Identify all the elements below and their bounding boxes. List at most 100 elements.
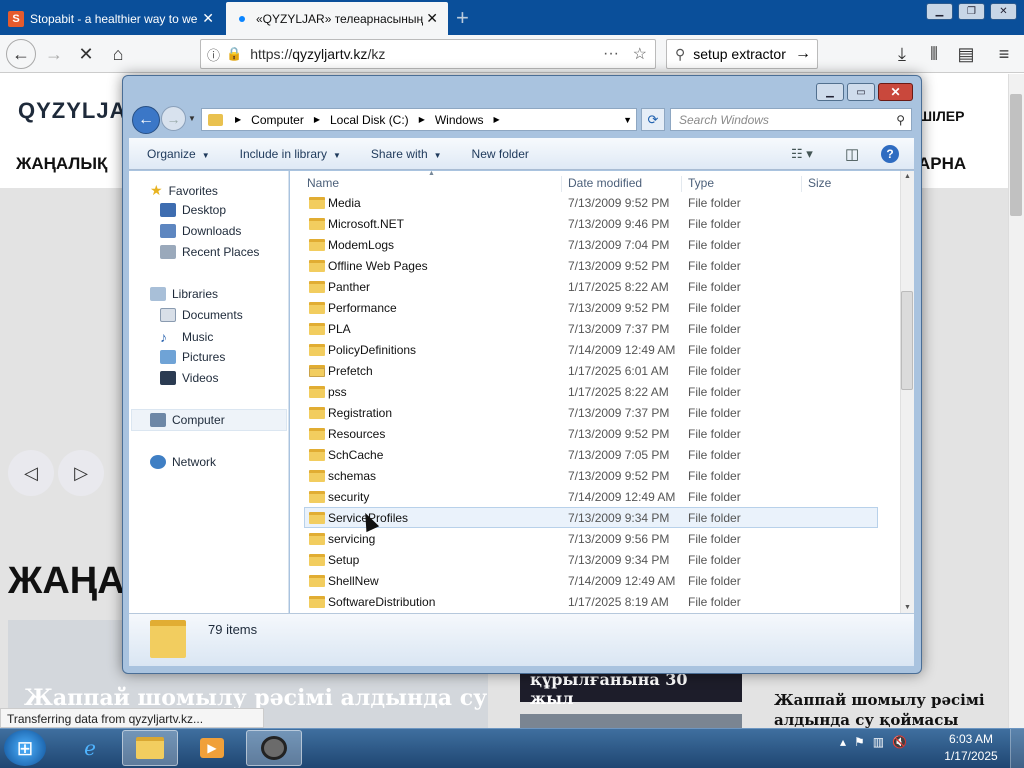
column-type[interactable]: Type	[688, 176, 714, 190]
breadcrumb-arrow-icon[interactable]: ▶	[235, 115, 241, 124]
nav-network[interactable]: Network	[150, 455, 216, 469]
scroll-down-icon[interactable]: ▼	[904, 604, 911, 611]
nav-videos[interactable]: Videos	[160, 371, 218, 385]
library-icon[interactable]: ⫴	[920, 40, 948, 68]
nav-favorites[interactable]: ★ Favorites	[150, 182, 218, 199]
nav-music[interactable]: ♪ Music	[160, 329, 213, 345]
nav-desktop[interactable]: Desktop	[160, 203, 226, 217]
tab-stopabit[interactable]: S Stopabit - a healthier way to we ✕	[0, 2, 224, 35]
table-row[interactable]: Registration 7/13/2009 7:37 PM File folder	[304, 402, 878, 423]
downloads-icon[interactable]: ⤓	[888, 40, 916, 68]
show-hidden-icons-icon[interactable]: ▴	[840, 735, 846, 749]
column-divider[interactable]	[561, 176, 562, 192]
view-options-icon[interactable]: ☷ ▾	[791, 146, 813, 162]
file-list-scroll-thumb[interactable]	[901, 291, 913, 390]
table-row[interactable]: Offline Web Pages 7/13/2009 9:52 PM File f…	[304, 255, 878, 276]
nav-documents[interactable]: Documents	[160, 308, 243, 322]
explorer-back-button[interactable]: ←	[132, 106, 160, 134]
breadcrumb-arrow-icon[interactable]: ▶	[419, 115, 425, 124]
column-divider[interactable]	[681, 176, 682, 192]
column-divider[interactable]	[801, 176, 802, 192]
url-bar[interactable]: ⓘ 🔒 https://qyzyljartv.kz/kz ··· ☆	[200, 39, 656, 69]
breadcrumb-arrow-icon[interactable]: ▶	[314, 115, 320, 124]
site-nav-right-top[interactable]: ШІЛЕР	[918, 108, 964, 124]
internet-explorer-icon[interactable]: ℯ	[62, 730, 118, 766]
nav-downloads[interactable]: Downloads	[160, 224, 241, 238]
start-button[interactable]: ⊞	[4, 730, 46, 766]
scroll-up-icon[interactable]: ▲	[904, 173, 911, 180]
windows-explorer-taskbar-button[interactable]	[122, 730, 178, 766]
explorer-maximize-button[interactable]: ▭	[847, 83, 875, 101]
forward-button[interactable]: →	[40, 40, 68, 68]
show-desktop-button[interactable]	[1010, 729, 1024, 768]
table-row[interactable]: Performance 7/13/2009 9:52 PM File folder	[304, 297, 878, 318]
table-row[interactable]: servicing 7/13/2009 9:56 PM File folder	[304, 528, 878, 549]
table-row[interactable]: Setup 7/13/2009 9:34 PM File folder	[304, 549, 878, 570]
home-button[interactable]: ⌂	[104, 40, 132, 68]
file-list-scrollbar[interactable]: ▲ ▼	[900, 171, 914, 613]
nav-pictures[interactable]: Pictures	[160, 350, 225, 364]
table-row[interactable]: SoftwareDistribution 1/17/2025 8:19 AM Fil…	[304, 591, 878, 612]
minimize-button[interactable]: ▁	[926, 3, 953, 20]
tab-qyzyljar[interactable]: «QYZYLJAR» телеарнасының ✕	[226, 2, 448, 35]
include-in-library-button[interactable]: Include in library ▼	[240, 147, 341, 161]
close-tab-icon[interactable]: ✕	[426, 11, 438, 25]
table-row[interactable]: Media 7/13/2009 9:52 PM File folder	[304, 192, 878, 213]
network-tray-icon[interactable]: ▥	[873, 735, 884, 749]
page-actions-icon[interactable]: ···	[603, 45, 619, 63]
close-window-button[interactable]: ✕	[990, 3, 1017, 20]
raccoon-app-taskbar-button[interactable]	[246, 730, 302, 766]
info-icon[interactable]: ⓘ	[207, 45, 220, 64]
explorer-minimize-button[interactable]: ▁	[816, 83, 844, 101]
table-row[interactable]: ModemLogs 7/13/2009 7:04 PM File folder	[304, 234, 878, 255]
table-row[interactable]: Prefetch 1/17/2025 6:01 AM File folder	[304, 360, 878, 381]
clock[interactable]: 6:03 AM 1/17/2025	[936, 731, 1006, 765]
bookmark-star-icon[interactable]: ☆	[633, 44, 647, 64]
new-folder-button[interactable]: New folder	[472, 147, 529, 161]
organize-button[interactable]: Organize ▼	[147, 147, 210, 161]
search-bar[interactable]: ⚲ setup extractor →	[666, 39, 818, 69]
close-tab-icon[interactable]: ✕	[202, 11, 214, 25]
table-row[interactable]: security 7/14/2009 12:49 AM File folder	[304, 486, 878, 507]
column-name[interactable]: Name	[307, 176, 339, 190]
explorer-close-button[interactable]: ✕	[878, 83, 913, 101]
slider-next-icon[interactable]: ▷	[58, 450, 104, 496]
share-with-button[interactable]: Share with ▼	[371, 147, 442, 161]
address-dropdown-icon[interactable]: ▼	[623, 115, 632, 125]
search-go-icon[interactable]: →	[795, 45, 811, 63]
table-row[interactable]: Panther 1/17/2025 8:22 AM File folder	[304, 276, 878, 297]
new-tab-button[interactable]: +	[456, 5, 469, 31]
table-row[interactable]: Microsoft.NET 7/13/2009 9:46 PM File folde…	[304, 213, 878, 234]
page-scroll-thumb[interactable]	[1010, 94, 1022, 216]
preview-pane-icon[interactable]: ◫	[845, 145, 859, 163]
explorer-search-input[interactable]: Search Windows ⚲	[670, 108, 912, 131]
flag-icon[interactable]: ⚑	[854, 735, 865, 749]
nav-recent-places[interactable]: Recent Places	[160, 245, 259, 259]
site-nav-news[interactable]: ЖАҢАЛЫҚ	[16, 154, 107, 174]
table-row[interactable]: Resources 7/13/2009 9:52 PM File folder	[304, 423, 878, 444]
nav-computer[interactable]: Computer	[150, 413, 225, 427]
table-row[interactable]: SchCache 7/13/2009 7:05 PM File folder	[304, 444, 878, 465]
table-row[interactable]: ShellNew 7/14/2009 12:49 AM File folder	[304, 570, 878, 591]
restore-button[interactable]: ❐	[958, 3, 985, 20]
stop-button[interactable]: ✕	[72, 40, 100, 68]
table-row[interactable]: pss 1/17/2025 8:22 AM File folder	[304, 381, 878, 402]
breadcrumb-computer[interactable]: Computer	[251, 113, 304, 127]
explorer-forward-button[interactable]: →	[161, 106, 186, 131]
side-news-headline[interactable]: Жаппай шомылу рәсімі алдында су қоймасы	[774, 690, 994, 730]
sidebar-icon[interactable]: ▤	[952, 40, 980, 68]
slider-prev-icon[interactable]: ◁	[8, 450, 54, 496]
refresh-icon[interactable]: ⟳	[641, 108, 665, 131]
help-icon[interactable]: ?	[881, 144, 899, 163]
recent-pages-chevron-icon[interactable]: ▼	[188, 114, 196, 123]
back-button[interactable]: ←	[6, 39, 36, 69]
news-card-image[interactable]	[520, 714, 742, 728]
table-row[interactable]: schemas 7/13/2009 9:52 PM File folder	[304, 465, 878, 486]
site-nav-right-bottom[interactable]: АРНА	[918, 154, 966, 174]
column-size[interactable]: Size	[808, 176, 831, 190]
table-row[interactable]: ServiceProfiles 7/13/2009 9:34 PM File fol…	[304, 507, 878, 528]
table-row[interactable]: PLA 7/13/2009 7:37 PM File folder	[304, 318, 878, 339]
table-row[interactable]: PolicyDefinitions 7/14/2009 12:49 AM File …	[304, 339, 878, 360]
menu-icon[interactable]: ≡	[990, 40, 1018, 68]
volume-muted-icon[interactable]: 🔇	[892, 735, 907, 749]
